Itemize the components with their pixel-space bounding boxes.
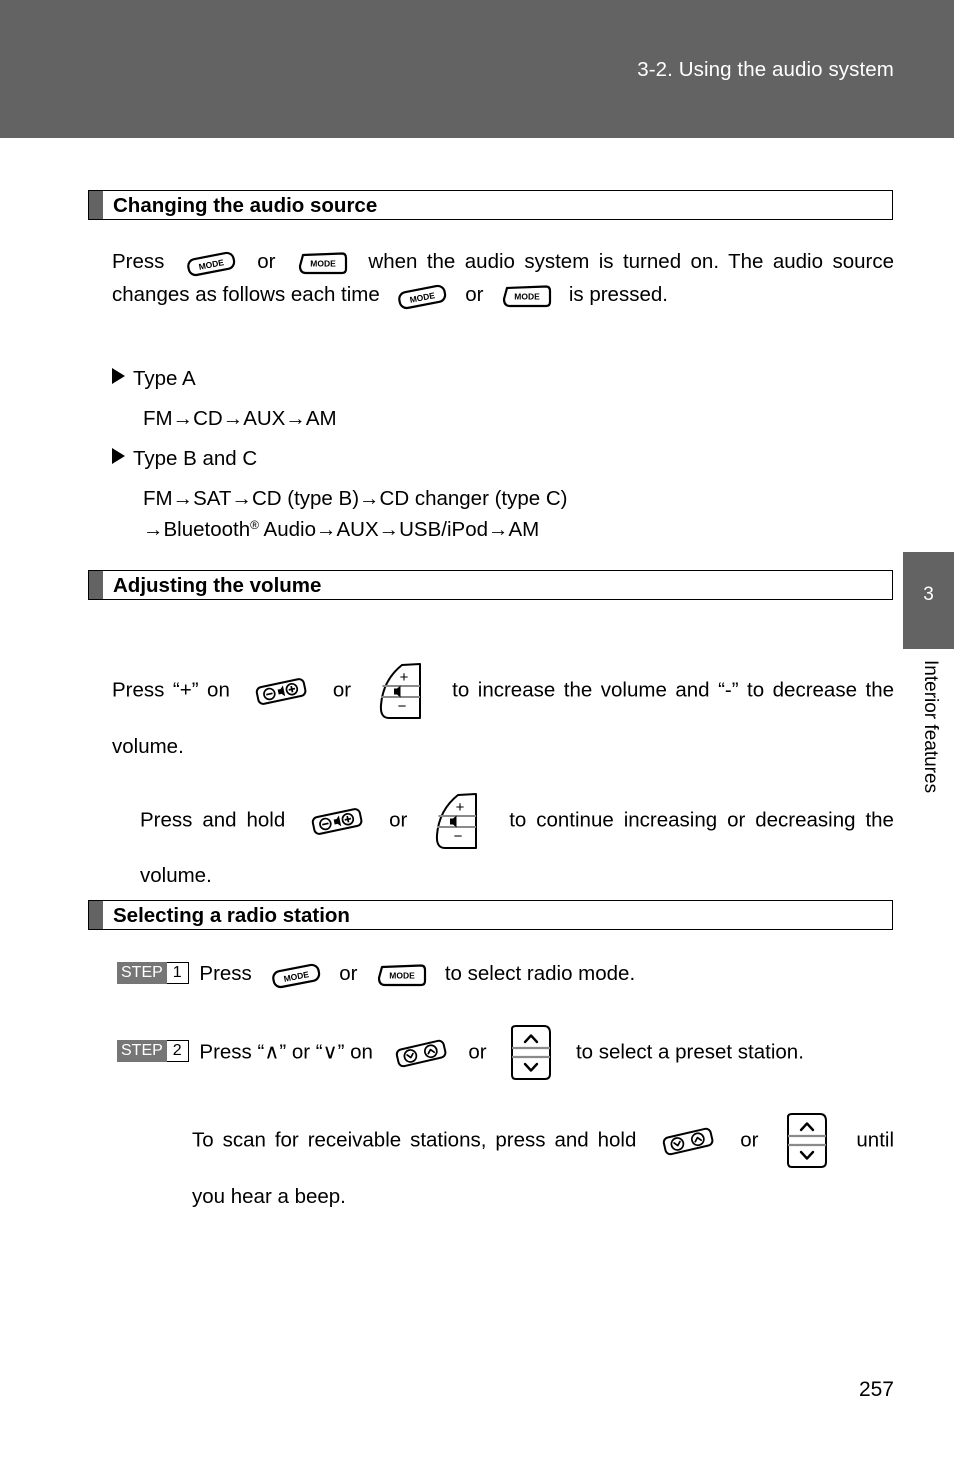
svg-text:MODE: MODE — [389, 970, 415, 980]
volume-rocker-slanted-icon[interactable] — [306, 802, 368, 840]
svg-text:MODE: MODE — [310, 258, 336, 268]
chapter-label: Interior features — [903, 660, 954, 920]
note-text: To scan for receivable stations, press a… — [192, 1128, 637, 1152]
step-badge-word: STEP — [117, 962, 167, 984]
type-bc-bullet: Type B and C — [112, 442, 812, 475]
step-badge-1: STEP 1 — [117, 962, 189, 984]
mode-button-upright-icon[interactable]: MODE — [373, 960, 429, 990]
chapter-number: 3 — [923, 584, 934, 605]
triangle-bullet-icon — [112, 448, 125, 464]
paragraph-text: or — [257, 250, 276, 273]
svg-text:+: + — [456, 799, 465, 816]
mode-button-slanted-icon[interactable]: MODE — [394, 281, 450, 311]
step-text: Press — [199, 962, 252, 985]
step-text: or — [468, 1040, 487, 1064]
step-text: to select a preset station. — [575, 1040, 804, 1064]
section-accent-bar — [89, 901, 103, 929]
seek-steering-panel-icon[interactable] — [502, 1022, 560, 1084]
svg-text:MODE: MODE — [514, 291, 540, 301]
seek-steering-panel-icon[interactable] — [778, 1110, 836, 1172]
triangle-bullet-icon — [112, 368, 125, 384]
type-a-chain: FM→CD→AUX→AM — [143, 407, 337, 430]
step-1-row: STEP 1 Press MODE or MODE to select radi… — [117, 957, 907, 990]
section-title: Changing the audio source — [113, 194, 378, 217]
paragraph-text: or — [332, 678, 352, 702]
section-heading-selecting-a-radio-station: Selecting a radio station — [88, 900, 893, 930]
audio-source-paragraph: Press MODE or MODE when the audio system… — [112, 245, 894, 311]
chain-text: Audio→AUX→USB/iPod→AM — [258, 518, 540, 541]
section-accent-bar — [89, 191, 103, 219]
svg-text:−: − — [397, 698, 406, 715]
paragraph-text: is pressed. — [568, 283, 668, 306]
chapter-label-text: Interior features — [920, 660, 941, 794]
paragraph-text: or — [465, 283, 484, 306]
type-bc-label: Type B and C — [133, 447, 258, 470]
scan-note-paragraph: To scan for receivable stations, press a… — [192, 1110, 894, 1221]
type-a-label: Type A — [133, 367, 196, 390]
volume-paragraph-2: Press and hold or + − to continue increa… — [140, 790, 894, 899]
paragraph-text: to increase the volume and “-” to decrea… — [112, 678, 894, 758]
step-text: or — [339, 962, 358, 985]
chapter-tab: 3 — [903, 552, 954, 649]
chain-text: →Bluetooth — [143, 518, 251, 541]
seek-rocker-slanted-icon[interactable] — [656, 1121, 720, 1161]
mode-button-slanted-icon[interactable]: MODE — [268, 960, 324, 990]
type-a-bullet: Type A — [112, 362, 812, 395]
volume-steering-panel-icon[interactable]: + − — [428, 790, 488, 852]
registered-trademark-symbol: ® — [250, 518, 259, 532]
svg-text:+: + — [399, 669, 408, 686]
page-number: 257 — [858, 1378, 894, 1401]
step-badge-2: STEP 2 — [117, 1040, 189, 1063]
volume-rocker-slanted-icon[interactable] — [250, 672, 312, 710]
seek-rocker-slanted-icon[interactable] — [389, 1033, 453, 1073]
note-text: or — [740, 1128, 759, 1152]
step-badge-number: 2 — [166, 1040, 189, 1063]
volume-paragraph-1: Press “+” on or + − to increase the volu… — [112, 660, 894, 772]
paragraph-text: Press “+” on — [112, 678, 230, 702]
section-heading-adjusting-the-volume: Adjusting the volume — [88, 570, 893, 600]
paragraph-text: Press and hold — [140, 808, 286, 832]
page-header-title: 3-2. Using the audio system — [637, 58, 894, 81]
step-badge-word: STEP — [117, 1040, 167, 1063]
section-title: Selecting a radio station — [113, 904, 350, 927]
paragraph-text: Press — [112, 250, 165, 273]
svg-text:−: − — [454, 828, 463, 845]
section-heading-changing-audio-source: Changing the audio source — [88, 190, 893, 220]
type-bc-chain-line-2: →Bluetooth® Audio→AUX→USB/iPod→AM — [143, 509, 843, 546]
volume-steering-panel-icon[interactable]: + − — [372, 660, 432, 722]
step-text: Press “∧” or “∨” on — [199, 1040, 373, 1064]
step-badge-number: 1 — [166, 962, 189, 984]
step-2-row: STEP 2 Press “∧” or “∨” on or to select … — [117, 1022, 917, 1084]
mode-button-upright-icon[interactable]: MODE — [294, 248, 350, 278]
mode-button-slanted-icon[interactable]: MODE — [183, 248, 239, 278]
section-title: Adjusting the volume — [113, 574, 322, 597]
paragraph-text: or — [389, 808, 408, 832]
step-text: to select radio mode. — [444, 962, 636, 985]
section-accent-bar — [89, 571, 103, 599]
mode-button-upright-icon[interactable]: MODE — [498, 281, 554, 311]
